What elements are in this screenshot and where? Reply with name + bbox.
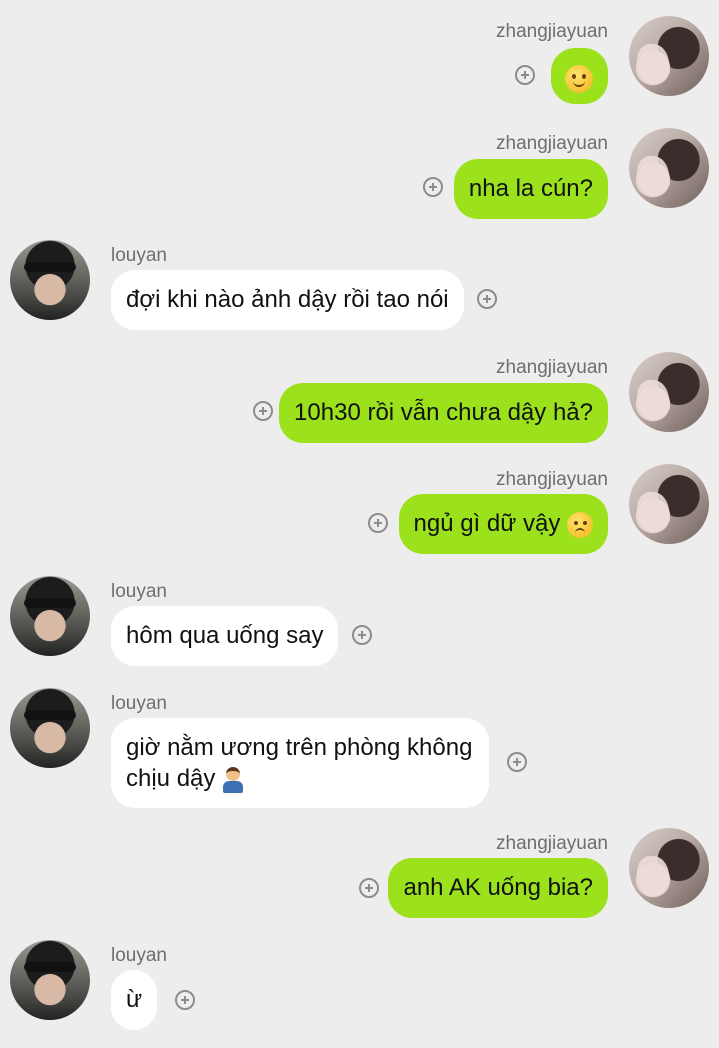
sender-name: louyan	[111, 945, 167, 966]
avatar[interactable]	[10, 940, 90, 1020]
add-reaction-icon[interactable]	[515, 65, 535, 85]
message-bubble[interactable]	[551, 48, 608, 104]
sender-name: louyan	[111, 245, 167, 266]
avatar[interactable]	[10, 576, 90, 656]
add-reaction-icon[interactable]	[477, 289, 497, 309]
message-row: louyan đợi khi nào ảnh dậy rồi tao nói	[0, 224, 719, 336]
message-text: ngủ gì dữ vậy	[413, 510, 561, 537]
message-bubble[interactable]: giờ nằm ương trên phòng không chịu dậy	[111, 718, 489, 808]
add-reaction-icon[interactable]	[423, 177, 443, 197]
message-row: louyan hôm qua uống say	[0, 560, 719, 672]
sender-name: zhangjiayuan	[496, 469, 608, 490]
sender-name: louyan	[111, 581, 167, 602]
avatar[interactable]	[629, 16, 709, 96]
sender-name: louyan	[111, 693, 167, 714]
avatar[interactable]	[629, 128, 709, 208]
message-bubble[interactable]: đợi khi nào ảnh dậy rồi tao nói	[111, 270, 464, 330]
avatar[interactable]	[10, 688, 90, 768]
add-reaction-icon[interactable]	[368, 513, 388, 533]
message-row: zhangjiayuan 10h30 rồi vẫn chưa dậy hả?	[0, 336, 719, 448]
facepalm-icon	[222, 766, 244, 793]
message-bubble[interactable]: ngủ gì dữ vậy	[398, 494, 608, 554]
message-row: zhangjiayuan	[0, 0, 719, 112]
message-row: zhangjiayuan anh AK uống bia?	[0, 812, 719, 924]
message-bubble[interactable]: 10h30 rồi vẫn chưa dậy hả?	[279, 383, 608, 443]
add-reaction-icon[interactable]	[253, 401, 273, 421]
slightly-smiling-face-icon	[565, 64, 593, 93]
message-row: louyan giờ nằm ương trên phòng không chị…	[0, 672, 719, 812]
avatar[interactable]	[10, 240, 90, 320]
add-reaction-icon[interactable]	[507, 752, 527, 772]
sender-name: zhangjiayuan	[496, 833, 608, 854]
add-reaction-icon[interactable]	[175, 990, 195, 1010]
message-bubble[interactable]: anh AK uống bia?	[388, 858, 608, 918]
avatar[interactable]	[629, 352, 709, 432]
avatar[interactable]	[629, 828, 709, 908]
add-reaction-icon[interactable]	[352, 625, 372, 645]
message-bubble[interactable]: nha la cún?	[453, 159, 608, 219]
avatar[interactable]	[629, 464, 709, 544]
add-reaction-icon[interactable]	[359, 878, 379, 898]
sender-name: zhangjiayuan	[496, 133, 608, 154]
message-bubble[interactable]: ừ	[111, 970, 157, 1030]
message-row: zhangjiayuan nha la cún?	[0, 112, 719, 224]
message-row: zhangjiayuan ngủ gì dữ vậy	[0, 448, 719, 560]
message-text: giờ nằm ương trên phòng không chịu dậy	[126, 734, 473, 792]
sender-name: zhangjiayuan	[496, 357, 608, 378]
message-row: louyan ừ	[0, 924, 719, 1048]
sender-name: zhangjiayuan	[496, 21, 608, 42]
sad-face-icon	[567, 511, 593, 538]
message-bubble[interactable]: hôm qua uống say	[111, 606, 339, 666]
